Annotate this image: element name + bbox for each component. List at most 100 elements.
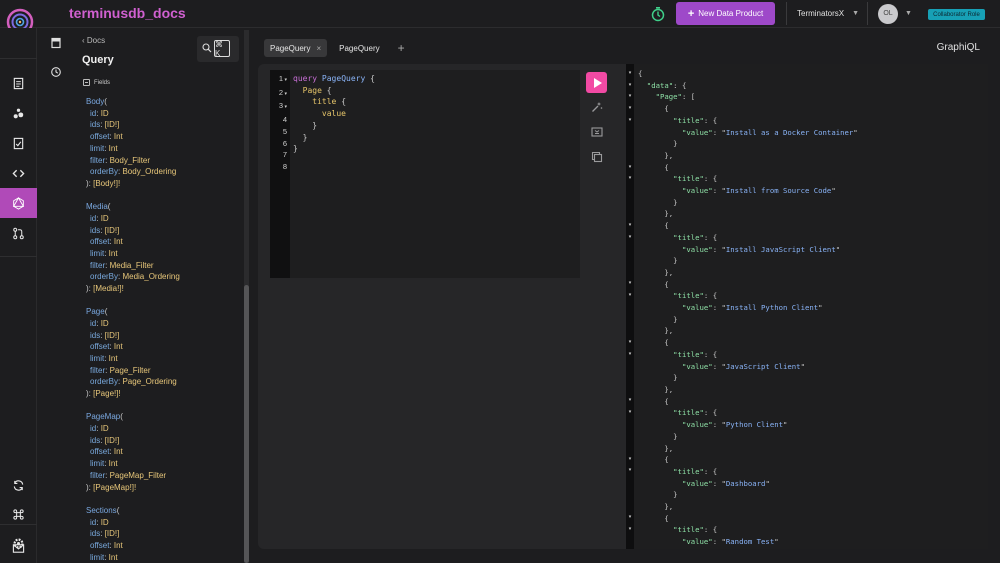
argument-name[interactable]: offset xyxy=(90,541,109,550)
fold-marker-icon[interactable]: ▾ xyxy=(626,68,634,80)
docs-search-button[interactable]: ⌘ K xyxy=(197,36,239,62)
fold-marker-icon[interactable]: ▾ xyxy=(626,103,634,115)
fold-marker-icon[interactable]: ▾ xyxy=(626,290,634,302)
timer-sync-icon[interactable] xyxy=(650,6,666,22)
argument-type-link[interactable]: Int xyxy=(114,541,123,550)
type-name-link[interactable]: Sections xyxy=(86,506,117,515)
fold-marker-icon[interactable]: ▾ xyxy=(626,232,634,244)
argument-type-link[interactable]: Int xyxy=(114,237,123,246)
fold-marker-icon[interactable]: ▾ xyxy=(283,91,287,97)
argument-type-link[interactable]: [ID!] xyxy=(105,529,120,538)
graphql-icon[interactable] xyxy=(0,188,37,218)
return-type-link[interactable]: [Page!]! xyxy=(93,389,121,398)
argument-type-link[interactable]: Int xyxy=(109,249,118,258)
argument-type-link[interactable]: Int xyxy=(109,354,118,363)
query-editor[interactable]: 1 ▾ 2 ▾ 3 ▾ 4 5 6 7 8 query PageQuery { Page { … xyxy=(270,70,580,278)
type-name-link[interactable]: Media xyxy=(86,202,108,211)
argument-name[interactable]: offset xyxy=(90,447,109,456)
argument-type-link[interactable]: [ID!] xyxy=(105,331,120,340)
argument-type-link[interactable]: PageMap_Filter xyxy=(110,471,166,480)
argument-name[interactable]: orderBy xyxy=(90,377,118,386)
sync-icon[interactable] xyxy=(0,470,37,500)
argument-type-link[interactable]: Media_Filter xyxy=(110,261,154,270)
argument-type-link[interactable]: ID xyxy=(101,319,109,328)
checklist-icon[interactable] xyxy=(0,128,37,158)
argument-type-link[interactable]: Int xyxy=(109,144,118,153)
argument-name[interactable]: orderBy xyxy=(90,272,118,281)
add-tab-button[interactable]: + xyxy=(398,41,405,55)
argument-type-link[interactable]: ID xyxy=(101,214,109,223)
prettify-icon[interactable] xyxy=(591,101,603,113)
fold-marker-icon[interactable]: ▾ xyxy=(283,77,287,83)
argument-type-link[interactable]: [ID!] xyxy=(105,120,120,129)
argument-name[interactable]: ids xyxy=(90,436,100,445)
fold-marker-icon[interactable]: ▾ xyxy=(626,115,634,127)
team-selector[interactable]: TerminatorsX ▼ xyxy=(786,2,861,25)
argument-name[interactable]: limit xyxy=(90,553,104,562)
fold-marker-icon[interactable]: ▾ xyxy=(626,524,634,536)
argument-type-link[interactable]: Int xyxy=(109,459,118,468)
argument-name[interactable]: filter xyxy=(90,156,105,165)
fold-marker-icon[interactable]: ▾ xyxy=(626,173,634,185)
merge-fragments-icon[interactable] xyxy=(591,126,603,138)
fold-marker-icon[interactable]: ▾ xyxy=(626,349,634,361)
code-icon[interactable] xyxy=(0,158,37,188)
argument-name[interactable]: limit xyxy=(90,144,104,153)
fold-marker-icon[interactable]: ▾ xyxy=(626,80,634,92)
argument-name[interactable]: ids xyxy=(90,529,100,538)
type-name-link[interactable]: PageMap xyxy=(86,412,120,421)
argument-name[interactable]: offset xyxy=(90,132,109,141)
fold-marker-icon[interactable]: ▾ xyxy=(626,407,634,419)
branch-graph-icon[interactable] xyxy=(0,98,37,128)
fold-marker-icon[interactable]: ▾ xyxy=(283,104,287,110)
argument-type-link[interactable]: Int xyxy=(114,132,123,141)
fold-marker-icon[interactable]: ▾ xyxy=(626,91,634,103)
argument-type-link[interactable]: [ID!] xyxy=(105,226,120,235)
close-icon[interactable]: × xyxy=(316,44,321,53)
argument-name[interactable]: limit xyxy=(90,249,104,258)
argument-name[interactable]: ids xyxy=(90,331,100,340)
return-type-link[interactable]: [PageMap!]! xyxy=(93,483,136,492)
return-type-link[interactable]: [Media!]! xyxy=(93,284,124,293)
scrollbar-thumb[interactable] xyxy=(244,285,249,563)
docs-back-link[interactable]: ‹ Docs xyxy=(82,36,105,45)
tab-pagequery-active[interactable]: PageQuery × xyxy=(264,39,328,57)
argument-name[interactable]: filter xyxy=(90,366,105,375)
type-name-link[interactable]: Body xyxy=(86,97,104,106)
new-data-product-button[interactable]: + New Data Product xyxy=(676,2,775,25)
argument-type-link[interactable]: ID xyxy=(101,518,109,527)
fold-marker-icon[interactable]: ▾ xyxy=(626,454,634,466)
fold-marker-icon[interactable]: ▾ xyxy=(626,337,634,349)
argument-type-link[interactable]: Body_Ordering xyxy=(122,167,176,176)
argument-name[interactable]: offset xyxy=(90,342,109,351)
argument-name[interactable]: limit xyxy=(90,459,104,468)
argument-name[interactable]: filter xyxy=(90,261,105,270)
argument-type-link[interactable]: Int xyxy=(109,553,118,562)
fold-marker-icon[interactable]: ▾ xyxy=(626,162,634,174)
fold-marker-icon[interactable]: ▾ xyxy=(626,465,634,477)
fold-marker-icon[interactable]: ▾ xyxy=(626,278,634,290)
argument-type-link[interactable]: ID xyxy=(101,109,109,118)
type-name-link[interactable]: Page xyxy=(86,307,105,316)
argument-type-link[interactable]: Int xyxy=(114,342,123,351)
argument-type-link[interactable]: Page_Ordering xyxy=(122,377,176,386)
query-code[interactable]: query PageQuery { Page { title { value }… xyxy=(293,73,375,155)
return-type-link[interactable]: [Body!]! xyxy=(93,179,120,188)
document-icon[interactable] xyxy=(0,68,37,98)
argument-name[interactable]: ids xyxy=(90,120,100,129)
argument-type-link[interactable]: Media_Ordering xyxy=(122,272,179,281)
fold-marker-icon[interactable]: ▾ xyxy=(626,220,634,232)
fold-marker-icon[interactable]: ▾ xyxy=(626,395,634,407)
docs-book-icon[interactable] xyxy=(49,36,63,50)
argument-name[interactable]: filter xyxy=(90,471,105,480)
tab-pagequery[interactable]: PageQuery xyxy=(333,39,385,57)
docs-scrollbar[interactable] xyxy=(244,30,249,563)
run-query-button[interactable] xyxy=(586,72,607,93)
history-icon[interactable] xyxy=(49,65,63,79)
argument-type-link[interactable]: ID xyxy=(101,424,109,433)
argument-type-link[interactable]: Page_Filter xyxy=(110,366,151,375)
fold-marker-icon[interactable]: ▾ xyxy=(626,512,634,524)
argument-name[interactable]: offset xyxy=(90,237,109,246)
pull-request-icon[interactable] xyxy=(0,218,37,248)
argument-name[interactable]: limit xyxy=(90,354,104,363)
